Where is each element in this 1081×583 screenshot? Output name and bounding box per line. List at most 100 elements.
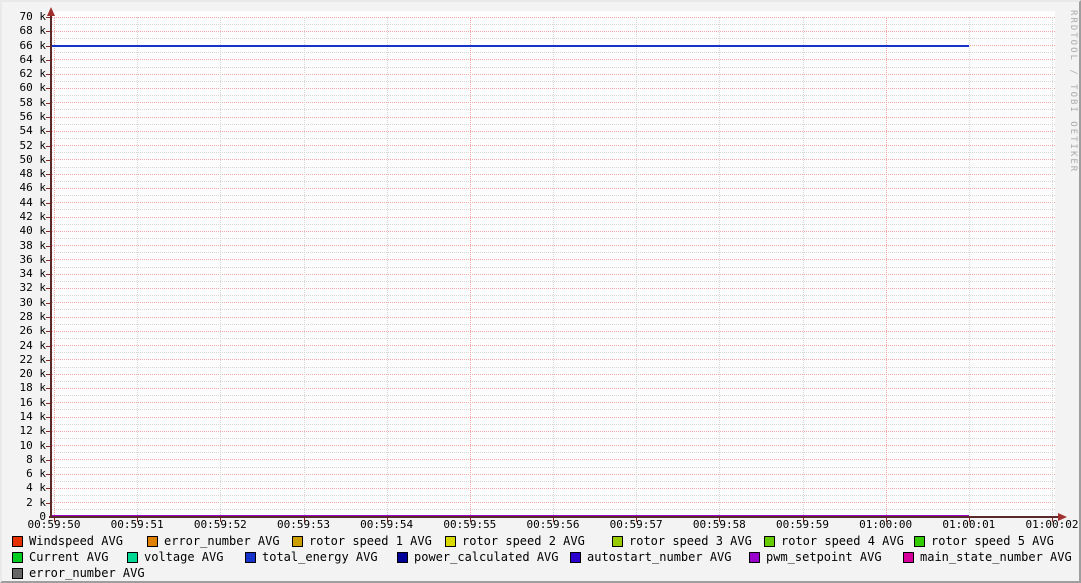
y-axis-label: 68 k — [2, 25, 46, 37]
y-axis-tick — [46, 74, 50, 75]
y-axis-label: 26 k — [2, 325, 46, 337]
legend-swatch — [903, 552, 914, 563]
y-axis-label: 46 k — [2, 182, 46, 194]
y-axis-tick — [46, 31, 50, 32]
legend-label: error_number AVG — [164, 535, 280, 548]
legend-label: power_calculated AVG — [414, 551, 559, 564]
gridline-x-minor — [719, 17, 720, 517]
x-axis-label: 00:59:50 — [14, 519, 94, 531]
y-axis-label: 70 k — [2, 11, 46, 23]
legend-item: error_number AVG — [12, 567, 145, 580]
legend-item: main_state_number AVG — [903, 551, 1072, 564]
legend-label: Current AVG — [29, 551, 108, 564]
y-axis-tick — [46, 146, 50, 147]
legend-swatch — [292, 536, 303, 547]
legend-swatch — [245, 552, 256, 563]
y-axis-tick — [46, 303, 50, 304]
legend-swatch — [570, 552, 581, 563]
y-axis-label: 24 k — [2, 340, 46, 352]
y-axis-tick — [46, 274, 50, 275]
y-axis-tick — [46, 174, 50, 175]
y-axis-tick — [46, 488, 50, 489]
legend-label: voltage AVG — [144, 551, 223, 564]
y-axis-tick — [46, 231, 50, 232]
y-axis-tick — [46, 88, 50, 89]
y-axis-tick — [46, 60, 50, 61]
y-axis-tick — [46, 188, 50, 189]
y-axis-tick — [46, 317, 50, 318]
gridline-x-minor — [220, 17, 221, 517]
y-axis-tick — [46, 46, 50, 47]
x-axis-label: 01:00:02 — [1012, 519, 1081, 531]
gridline-x-minor — [636, 17, 637, 517]
y-axis — [50, 10, 52, 518]
y-axis-label: 16 k — [2, 397, 46, 409]
y-axis-label: 36 k — [2, 254, 46, 266]
y-axis-label: 48 k — [2, 168, 46, 180]
y-axis-label: 2 k — [2, 497, 46, 509]
x-axis-label: 00:59:57 — [596, 519, 676, 531]
gridline-x-minor — [137, 17, 138, 517]
gridline-x-minor — [803, 17, 804, 517]
legend-item: Windspeed AVG — [12, 535, 123, 548]
y-axis-label: 20 k — [2, 368, 46, 380]
y-axis-tick — [46, 374, 50, 375]
y-axis-label: 44 k — [2, 197, 46, 209]
y-axis-tick — [46, 131, 50, 132]
x-axis-label: 00:59:53 — [264, 519, 344, 531]
gridline-x-minor — [553, 17, 554, 517]
y-axis-tick — [46, 203, 50, 204]
y-axis-tick — [46, 503, 50, 504]
y-axis-tick — [46, 460, 50, 461]
y-axis-label: 38 k — [2, 240, 46, 252]
y-axis-label: 10 k — [2, 440, 46, 452]
y-axis-label: 6 k — [2, 468, 46, 480]
legend-label: rotor speed 5 AVG — [931, 535, 1054, 548]
legend-label: autostart_number AVG — [587, 551, 732, 564]
y-axis-tick — [46, 217, 50, 218]
legend-item: rotor speed 4 AVG — [764, 535, 904, 548]
y-axis-label: 22 k — [2, 354, 46, 366]
y-axis-label: 54 k — [2, 125, 46, 137]
y-axis-label: 14 k — [2, 411, 46, 423]
rrdtool-graph: 70 k68 k66 k64 k62 k60 k58 k56 k54 k52 k… — [0, 0, 1081, 583]
y-axis-label: 66 k — [2, 40, 46, 52]
legend-item: Current AVG — [12, 551, 108, 564]
y-axis-label: 40 k — [2, 225, 46, 237]
y-axis-tick — [46, 117, 50, 118]
legend-label: Windspeed AVG — [29, 535, 123, 548]
legend-swatch — [127, 552, 138, 563]
gridline-x-minor — [304, 17, 305, 517]
y-axis-tick — [46, 403, 50, 404]
legend-swatch — [147, 536, 158, 547]
legend-label: error_number AVG — [29, 567, 145, 580]
y-axis-label: 4 k — [2, 482, 46, 494]
legend-swatch — [12, 552, 23, 563]
y-axis-arrow-icon — [47, 7, 55, 16]
series-line-total-energy-avg — [51, 45, 969, 47]
legend-label: total_energy AVG — [262, 551, 378, 564]
legend-item: rotor speed 5 AVG — [914, 535, 1054, 548]
legend-item: total_energy AVG — [245, 551, 378, 564]
y-axis-tick — [46, 331, 50, 332]
y-axis-tick — [46, 474, 50, 475]
y-axis-tick — [46, 388, 50, 389]
x-axis-label: 00:59:59 — [763, 519, 843, 531]
x-axis-label: 01:00:00 — [846, 519, 926, 531]
legend-item: rotor speed 1 AVG — [292, 535, 432, 548]
legend-item: power_calculated AVG — [397, 551, 559, 564]
x-axis-label: 00:59:52 — [180, 519, 260, 531]
legend-item: pwm_setpoint AVG — [749, 551, 882, 564]
y-axis-tick — [46, 288, 50, 289]
y-axis-label: 34 k — [2, 268, 46, 280]
legend-swatch — [12, 536, 23, 547]
y-axis-label: 28 k — [2, 311, 46, 323]
gridline-x-major — [54, 17, 55, 517]
x-axis-label: 00:59:55 — [430, 519, 510, 531]
y-axis-label: 30 k — [2, 297, 46, 309]
y-axis-label: 62 k — [2, 68, 46, 80]
y-axis-label: 60 k — [2, 82, 46, 94]
y-axis-tick — [46, 446, 50, 447]
y-axis-label: 50 k — [2, 154, 46, 166]
x-axis-label: 00:59:58 — [679, 519, 759, 531]
